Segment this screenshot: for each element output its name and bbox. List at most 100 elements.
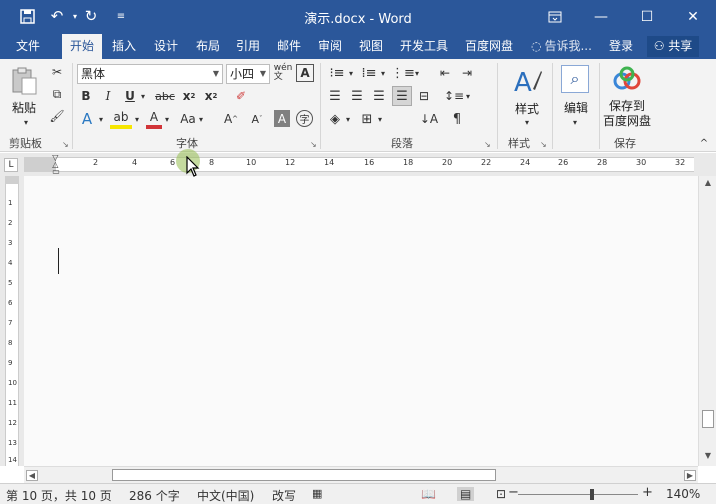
document-page[interactable] <box>24 176 698 466</box>
language-indicator[interactable]: 中文(中国) <box>197 487 254 504</box>
character-border-icon[interactable]: A <box>296 64 314 82</box>
tab-developer[interactable]: 开发工具 <box>394 34 454 59</box>
text-effects-dropdown-icon[interactable]: ▾ <box>96 109 106 129</box>
line-spacing-dropdown-icon[interactable]: ▾ <box>464 87 472 105</box>
cloud-icon[interactable] <box>610 65 644 95</box>
paste-icon[interactable] <box>8 65 40 97</box>
underline-dropdown-icon[interactable]: ▾ <box>138 87 148 105</box>
styles-icon[interactable]: A <box>510 64 544 98</box>
save-to-baidu-button[interactable]: 保存到 百度网盘 <box>600 99 654 129</box>
login-link[interactable]: 登录 <box>609 34 633 59</box>
align-right-icon[interactable]: ☰ <box>370 87 388 105</box>
search-icon[interactable]: ⌕ <box>561 65 589 93</box>
scroll-up-icon[interactable]: ▲ <box>702 178 714 190</box>
numbering-dropdown-icon[interactable]: ▾ <box>379 64 387 82</box>
copy-icon[interactable]: ⧉ <box>48 85 66 103</box>
vertical-scroll-thumb[interactable] <box>702 410 714 428</box>
tab-selector[interactable]: L <box>4 158 18 172</box>
tab-home[interactable]: 开始 <box>62 34 102 59</box>
overtype-mode[interactable]: 改写 <box>272 487 296 504</box>
tab-mailings[interactable]: 邮件 <box>271 34 307 59</box>
show-marks-icon[interactable]: ¶ <box>448 109 466 129</box>
borders-icon[interactable]: ⊞ <box>358 109 376 129</box>
indent-marker-icon[interactable]: ▽ △ ▭ <box>51 153 61 176</box>
tell-me-box[interactable]: ◌ 告诉我... <box>531 34 592 59</box>
font-name-combo[interactable]: 黑体 ▼ <box>77 64 223 84</box>
text-effects-icon[interactable]: A <box>78 109 96 129</box>
print-layout-icon[interactable]: ▤ <box>457 487 475 501</box>
highlight-icon[interactable]: ab <box>110 109 132 129</box>
styles-launcher-icon[interactable]: ↘ <box>540 140 547 149</box>
macro-record-icon[interactable]: ▦ <box>312 487 322 500</box>
scroll-down-icon[interactable]: ▼ <box>702 451 714 463</box>
character-shading-icon[interactable]: A <box>274 110 290 127</box>
font-size-combo[interactable]: 小四 ▼ <box>226 64 270 84</box>
sort-icon[interactable]: ↓A <box>420 109 438 129</box>
horizontal-scrollbar[interactable]: ◀ ▶ <box>24 466 698 483</box>
enclose-characters-icon[interactable]: 字 <box>296 110 313 127</box>
tab-references[interactable]: 引用 <box>230 34 266 59</box>
horizontal-scroll-thumb[interactable] <box>112 469 496 481</box>
tab-review[interactable]: 审阅 <box>312 34 348 59</box>
page-count[interactable]: 第 10 页，共 10 页 <box>6 487 112 504</box>
clear-formatting-icon[interactable]: ✐ <box>232 87 250 105</box>
editing-dropdown-icon[interactable]: ▾ <box>569 117 581 127</box>
paragraph-launcher-icon[interactable]: ↘ <box>484 140 491 149</box>
zoom-slider[interactable] <box>518 494 638 495</box>
styles-button[interactable]: 样式 <box>506 100 548 117</box>
justify-icon[interactable]: ☰ <box>392 86 412 106</box>
grow-font-icon[interactable]: A ^ <box>222 109 240 129</box>
ruler-strip[interactable] <box>24 157 694 172</box>
ribbon-display-icon[interactable] <box>532 0 578 34</box>
multilevel-dropdown-icon[interactable]: ▾ <box>413 64 421 82</box>
superscript-icon[interactable]: x2 <box>202 87 220 105</box>
format-painter-icon[interactable]: 🖌 <box>48 107 66 125</box>
shrink-font-icon[interactable]: Aˇ <box>248 109 266 129</box>
paste-button[interactable]: 粘贴 <box>4 99 44 116</box>
scroll-right-icon[interactable]: ▶ <box>684 470 696 481</box>
bullets-icon[interactable]: ⁝≡ <box>327 64 347 82</box>
subscript-icon[interactable]: x2 <box>180 87 198 105</box>
font-color-icon[interactable]: A <box>146 109 162 129</box>
scroll-left-icon[interactable]: ◀ <box>26 470 38 481</box>
vertical-scrollbar[interactable]: ▲ ▼ <box>698 176 716 466</box>
styles-dropdown-icon[interactable]: ▾ <box>521 117 533 127</box>
editing-button[interactable]: 编辑 <box>556 99 596 116</box>
clipboard-launcher-icon[interactable]: ↘ <box>62 140 69 149</box>
cut-icon[interactable]: ✂ <box>48 63 66 81</box>
zoom-slider-thumb[interactable] <box>590 489 594 500</box>
tab-file[interactable]: 文件 <box>8 34 48 59</box>
read-mode-icon[interactable]: 📖 <box>421 487 436 501</box>
decrease-indent-icon[interactable]: ⇤ <box>436 64 454 82</box>
font-launcher-icon[interactable]: ↘ <box>310 140 317 149</box>
web-layout-icon[interactable]: ⊡ <box>496 487 506 501</box>
minimize-icon[interactable]: — <box>578 0 624 34</box>
zoom-out-icon[interactable]: − <box>508 485 519 500</box>
shading-dropdown-icon[interactable]: ▾ <box>344 109 352 129</box>
numbering-icon[interactable]: ⁞≡ <box>359 64 379 82</box>
bold-icon[interactable]: B <box>78 87 94 105</box>
bullets-dropdown-icon[interactable]: ▾ <box>347 64 355 82</box>
shading-icon[interactable]: ◈ <box>326 109 344 129</box>
strikethrough-icon[interactable]: abc <box>154 87 176 105</box>
share-button[interactable]: ⚇ 共享 <box>647 36 699 57</box>
tab-view[interactable]: 视图 <box>353 34 389 59</box>
zoom-level[interactable]: 140% <box>666 487 700 501</box>
highlight-dropdown-icon[interactable]: ▾ <box>132 109 142 129</box>
change-case-icon[interactable]: Aa <box>178 109 198 129</box>
word-count[interactable]: 286 个字 <box>129 487 180 504</box>
multilevel-list-icon[interactable]: ⋮≡ <box>391 64 415 82</box>
increase-indent-icon[interactable]: ⇥ <box>458 64 476 82</box>
font-color-dropdown-icon[interactable]: ▾ <box>162 109 172 129</box>
close-icon[interactable]: ✕ <box>670 0 716 34</box>
collapse-ribbon-icon[interactable]: ^ <box>697 137 711 149</box>
zoom-in-icon[interactable]: + <box>642 485 653 500</box>
tab-insert[interactable]: 插入 <box>106 34 142 59</box>
align-left-icon[interactable]: ☰ <box>326 87 344 105</box>
align-center-icon[interactable]: ☰ <box>348 87 366 105</box>
maximize-icon[interactable]: ☐ <box>624 0 670 34</box>
line-spacing-icon[interactable]: ↕≡ <box>444 87 464 105</box>
paste-dropdown-icon[interactable]: ▾ <box>20 117 32 127</box>
distributed-icon[interactable]: ⊟ <box>415 87 433 105</box>
underline-icon[interactable]: U <box>122 87 138 105</box>
